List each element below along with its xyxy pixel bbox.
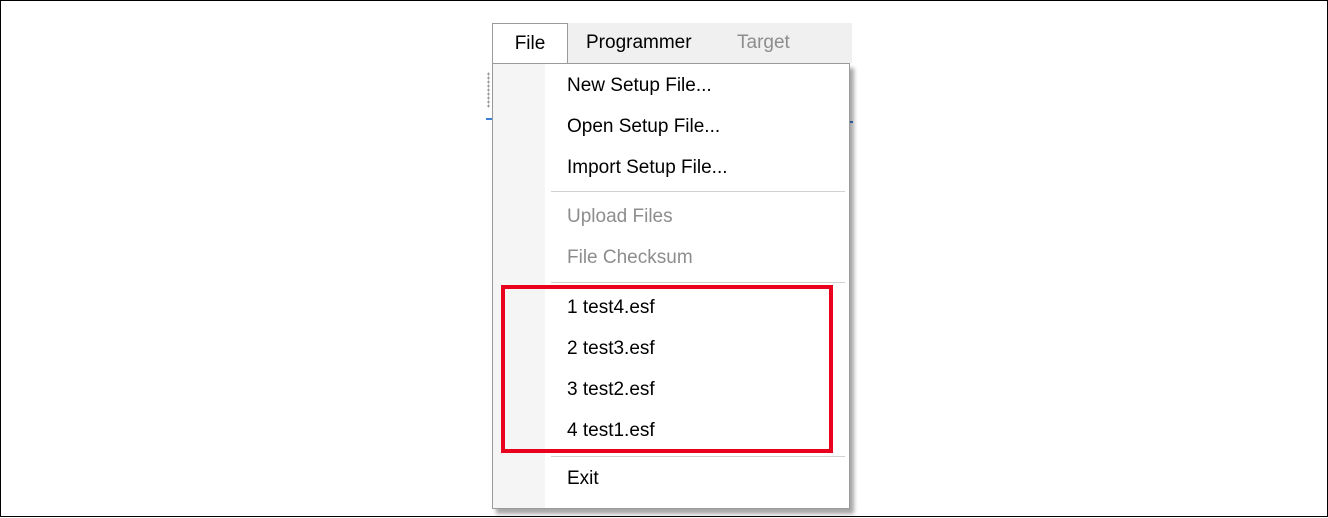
toolbar-grip[interactable] [487, 72, 490, 108]
menu-separator [551, 456, 845, 457]
recent-files-highlight-box [501, 285, 833, 453]
menu-separator [551, 191, 845, 192]
menu-target[interactable]: Target [737, 23, 790, 63]
menu-item-open-setup-file[interactable]: Open Setup File... [567, 116, 720, 138]
menu-item-import-setup-file[interactable]: Import Setup File... [567, 157, 728, 179]
menu-bar: File Programmer Target [492, 23, 852, 64]
menu-separator [551, 282, 845, 283]
menu-file[interactable]: File [492, 23, 568, 64]
menu-item-exit[interactable]: Exit [567, 468, 599, 490]
menu-item-new-setup-file[interactable]: New Setup File... [567, 75, 712, 97]
menu-item-file-checksum: File Checksum [567, 247, 693, 268]
menu-programmer[interactable]: Programmer [586, 23, 692, 63]
menu-item-upload-files: Upload Files [567, 206, 673, 227]
